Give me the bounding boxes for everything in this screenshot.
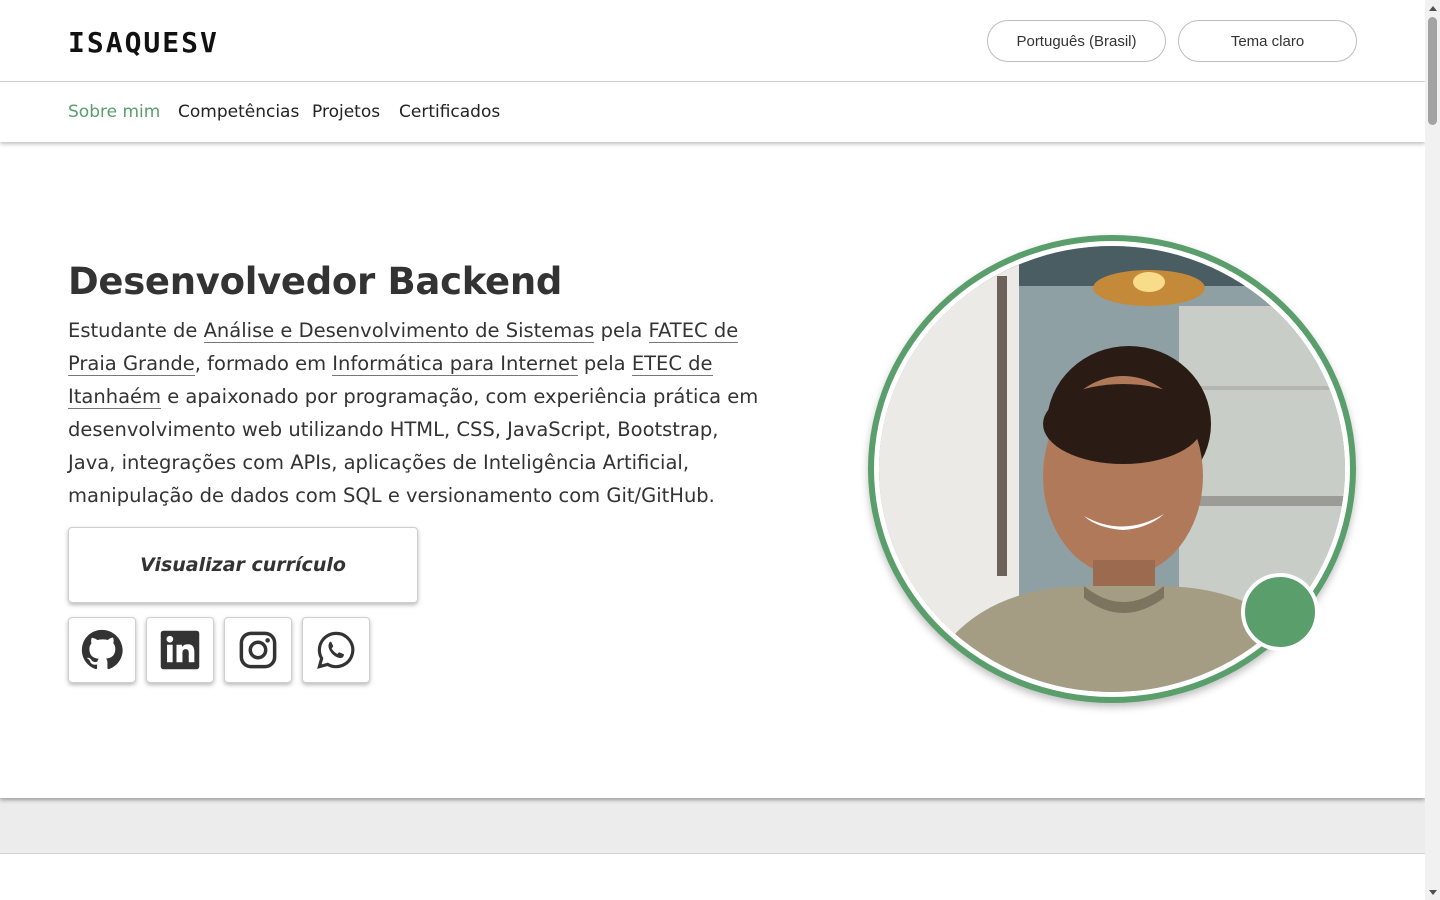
- whatsapp-icon: [317, 631, 355, 669]
- scroll-up-arrow-icon[interactable]: [1425, 0, 1440, 15]
- status-indicator: [1241, 573, 1319, 651]
- view-resume-button[interactable]: Visualizar currículo: [68, 527, 418, 603]
- github-button[interactable]: [68, 617, 136, 683]
- page-title: Desenvolvedor Backend: [68, 260, 563, 303]
- nav-item-sobre-mim[interactable]: Sobre mim: [68, 102, 160, 122]
- bio-text: e apaixonado por programação, com experi…: [68, 385, 759, 507]
- link-informatica-internet[interactable]: Informática para Internet: [332, 352, 578, 376]
- link-ads-course[interactable]: Análise e Desenvolvimento de Sistemas: [203, 319, 595, 343]
- theme-toggle-button[interactable]: Tema claro: [1178, 20, 1357, 62]
- bio-text: pela: [577, 352, 632, 375]
- scrollbar-thumb[interactable]: [1428, 17, 1437, 125]
- nav-item-certificados[interactable]: Certificados: [399, 102, 500, 122]
- section-divider-band: [0, 798, 1425, 854]
- nav-item-competencias[interactable]: Competências: [178, 102, 299, 122]
- linkedin-button[interactable]: [146, 617, 214, 683]
- scroll-down-arrow-icon[interactable]: [1425, 885, 1440, 900]
- whatsapp-button[interactable]: [302, 617, 370, 683]
- instagram-button[interactable]: [224, 617, 292, 683]
- bio-text: pela: [594, 319, 649, 342]
- instagram-icon: [239, 631, 277, 669]
- profile-avatar: [868, 235, 1356, 703]
- nav-item-projetos[interactable]: Projetos: [312, 102, 380, 122]
- site-logo[interactable]: ISAQUESV: [68, 26, 219, 59]
- hero-section: Desenvolvedor Backend Estudante de Análi…: [0, 142, 1425, 798]
- top-bar: ISAQUESV Português (Brasil) Tema claro: [0, 0, 1425, 82]
- linkedin-icon: [160, 630, 200, 670]
- language-button[interactable]: Português (Brasil): [987, 20, 1166, 62]
- bio-text: Estudante de: [68, 319, 204, 342]
- github-icon: [81, 629, 123, 670]
- bio-text: , formado em: [194, 352, 333, 375]
- main-nav: Sobre mim Competências Projetos Certific…: [0, 82, 1425, 142]
- page: ISAQUESV Português (Brasil) Tema claro S…: [0, 0, 1425, 900]
- vertical-scrollbar[interactable]: [1425, 0, 1440, 900]
- bio-paragraph: Estudante de Análise e Desenvolvimento d…: [68, 314, 768, 512]
